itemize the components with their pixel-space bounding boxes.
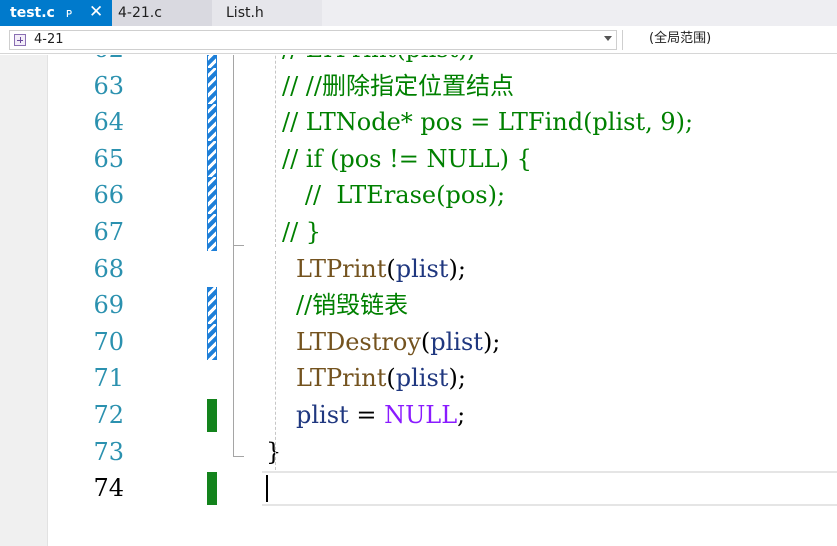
code-text: // } xyxy=(282,217,321,247)
line-number: 63 xyxy=(93,71,124,100)
code-text: LTPrint(plist); xyxy=(296,363,466,393)
code-token: ); xyxy=(482,327,501,356)
code-text: //销毁链表 xyxy=(296,290,408,320)
change-indicator xyxy=(207,67,217,105)
code-text: // LTPrint(plist); xyxy=(282,55,476,64)
code-line[interactable]: 69 //销毁链表 xyxy=(0,287,837,324)
code-token: plist xyxy=(296,400,349,429)
code-text: // if (pos != NULL) { xyxy=(282,144,532,174)
change-indicator xyxy=(207,287,217,324)
document-tab-strip: test.c ᴘ ✕ 4-21.c List.h xyxy=(0,0,837,26)
navigation-bar: 4-21 (全局范围) xyxy=(0,26,837,54)
change-indicator xyxy=(207,213,217,251)
code-token: ( xyxy=(386,254,396,283)
tab-4-21-c[interactable]: 4-21.c xyxy=(112,0,212,26)
tab-label: List.h xyxy=(226,5,264,21)
code-text: // LTNode* pos = LTFind(plist, 9); xyxy=(282,107,693,137)
code-token: //销毁链表 xyxy=(296,291,409,320)
code-token: // //删除指定位置结点 xyxy=(282,71,514,100)
code-line[interactable]: 73} xyxy=(0,434,837,471)
code-text: LTPrint(plist); xyxy=(296,254,466,284)
code-line[interactable]: 63 // //删除指定位置结点 xyxy=(0,67,837,105)
code-token: ); xyxy=(448,254,466,283)
line-number: 62 xyxy=(40,55,124,63)
line-number: 64 xyxy=(93,108,124,137)
line-number: 71 xyxy=(93,364,124,393)
code-line[interactable]: 67 // } xyxy=(0,213,837,251)
line-number: 66 xyxy=(93,181,124,210)
outline-fold-line xyxy=(233,55,234,457)
change-indicator xyxy=(207,398,217,432)
code-token: NULL xyxy=(384,400,458,429)
tab-list-h[interactable]: List.h xyxy=(212,0,322,26)
code-text: plist = NULL; xyxy=(296,400,465,430)
code-line[interactable]: 64 // LTNode* pos = LTFind(plist, 9); xyxy=(0,104,837,141)
line-number: 74 xyxy=(93,474,124,503)
code-token: plist xyxy=(395,364,449,393)
code-token: LTDestroy xyxy=(296,327,421,356)
code-line[interactable]: 66 // LTErase(pos); xyxy=(0,177,837,214)
code-token: // } xyxy=(282,217,322,246)
text-caret xyxy=(266,475,268,502)
code-text: // //删除指定位置结点 xyxy=(282,71,514,101)
code-token: // if (pos != NULL) { xyxy=(282,144,532,173)
tab-label: 4-21.c xyxy=(118,5,162,21)
line-number: 69 xyxy=(93,291,124,320)
line-number: 65 xyxy=(93,144,124,173)
line-number: 72 xyxy=(93,400,124,429)
scope-dropdown[interactable]: 4-21 xyxy=(9,30,617,50)
code-token: ( xyxy=(386,364,396,393)
code-token: } xyxy=(266,437,282,466)
code-line[interactable]: 72 plist = NULL; xyxy=(0,397,837,434)
global-scope-value: (全局范围) xyxy=(649,31,712,46)
code-lines: 62 // LTPrint(plist); 63 // //删除指定位置结点 64 // … xyxy=(0,55,837,507)
tab-test-c[interactable]: test.c ᴘ ✕ xyxy=(0,0,112,26)
close-icon[interactable]: ✕ xyxy=(89,0,103,25)
code-token: ( xyxy=(420,327,431,356)
code-token: plist xyxy=(430,327,483,356)
pin-icon[interactable]: ᴘ xyxy=(66,0,72,26)
line-number: 73 xyxy=(93,437,124,466)
code-token: ); xyxy=(448,364,466,393)
change-indicator xyxy=(207,140,217,178)
code-token: ; xyxy=(457,400,466,429)
tab-label: test.c xyxy=(10,5,55,21)
change-indicator xyxy=(207,323,217,361)
code-token: // LTErase(pos); xyxy=(282,181,506,210)
line-number: 68 xyxy=(93,254,124,283)
chevron-down-icon[interactable] xyxy=(604,36,612,41)
line-number: 70 xyxy=(93,327,124,356)
indent-guide xyxy=(275,55,276,247)
code-text: } xyxy=(266,437,281,467)
code-token: // LTPrint(plist); xyxy=(282,55,476,63)
code-text: // LTErase(pos); xyxy=(282,180,505,210)
code-token: LTPrint xyxy=(296,364,387,393)
code-line[interactable]: 65 // if (pos != NULL) { xyxy=(0,140,837,178)
scope-value: 4-21 xyxy=(34,32,64,47)
change-indicator xyxy=(207,55,217,68)
code-line[interactable]: 70 LTDestroy(plist); xyxy=(0,323,837,361)
outline-fold-tick xyxy=(233,456,244,458)
indent-guide xyxy=(275,250,276,471)
project-icon xyxy=(14,34,26,46)
global-scope-dropdown[interactable]: (全局范围) xyxy=(622,30,837,50)
code-line[interactable]: 62 // LTPrint(plist); xyxy=(0,55,837,68)
outline-fold-tick xyxy=(233,244,244,246)
code-token: = xyxy=(348,400,385,429)
code-text: LTDestroy(plist); xyxy=(296,327,500,357)
change-indicator xyxy=(207,472,217,506)
code-token: plist xyxy=(395,254,449,283)
change-indicator xyxy=(207,104,217,141)
change-indicator xyxy=(207,177,217,214)
code-editor[interactable]: 62 // LTPrint(plist); 63 // //删除指定位置结点 64 // … xyxy=(0,55,837,546)
code-line[interactable]: 68 LTPrint(plist); xyxy=(0,251,837,288)
current-line-highlight xyxy=(262,471,837,506)
code-token: LTPrint xyxy=(296,254,387,283)
code-token: // LTNode* pos = LTFind(plist, 9); xyxy=(282,108,694,137)
line-number: 67 xyxy=(93,217,124,246)
code-line[interactable]: 71 LTPrint(plist); xyxy=(0,360,837,397)
